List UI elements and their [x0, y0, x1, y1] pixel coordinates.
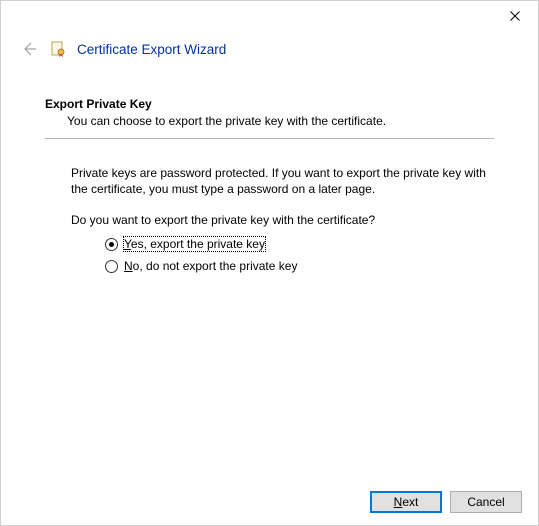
- next-button[interactable]: Next: [370, 491, 442, 513]
- back-arrow-icon: [21, 41, 37, 57]
- certificate-icon: [49, 40, 67, 58]
- divider: [45, 138, 494, 139]
- close-icon: [510, 11, 520, 21]
- radio-label-yes: Yes, export the private key: [124, 237, 265, 251]
- radio-option-yes[interactable]: Yes, export the private key: [105, 237, 494, 251]
- radio-icon-unselected: [105, 260, 118, 273]
- back-button[interactable]: [19, 39, 39, 59]
- footer: Next Cancel: [1, 479, 538, 525]
- body-text: Private keys are password protected. If …: [71, 165, 491, 197]
- radio-option-no[interactable]: No, do not export the private key: [105, 259, 494, 273]
- prompt-text: Do you want to export the private key wi…: [71, 213, 494, 227]
- content-area: Export Private Key You can choose to exp…: [1, 65, 538, 273]
- radio-label-no: No, do not export the private key: [124, 259, 297, 273]
- close-button[interactable]: [492, 1, 538, 31]
- page-subheading: You can choose to export the private key…: [45, 114, 494, 128]
- wizard-title: Certificate Export Wizard: [77, 42, 226, 57]
- export-key-radio-group: Yes, export the private key No, do not e…: [105, 237, 494, 273]
- wizard-header: Certificate Export Wizard: [1, 31, 538, 65]
- page-heading: Export Private Key: [45, 97, 494, 111]
- titlebar: [1, 1, 538, 31]
- radio-icon-selected: [105, 238, 118, 251]
- cancel-button[interactable]: Cancel: [450, 491, 522, 513]
